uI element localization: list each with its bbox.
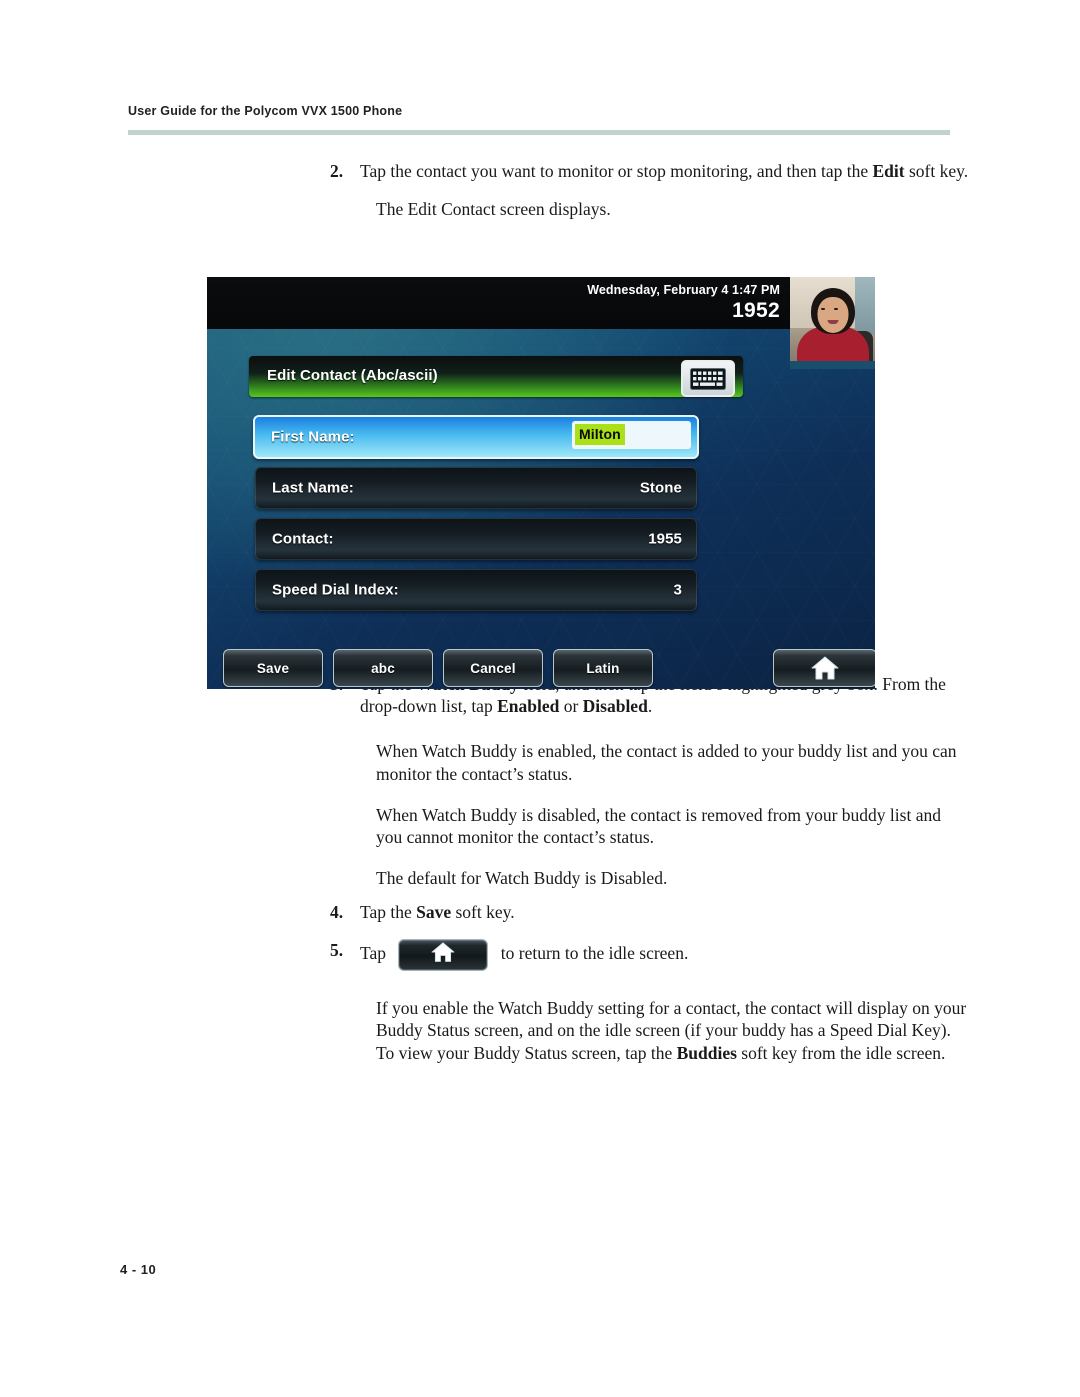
thumbnail-person-eye-right	[834, 308, 838, 310]
step-4: 4. Tap the Save soft key.	[330, 901, 970, 924]
thumbnail-background-right	[854, 277, 875, 335]
thumbnail-person-face	[817, 297, 848, 333]
soft-key-save-label: Save	[256, 660, 290, 676]
soft-key-home[interactable]	[773, 649, 875, 687]
paragraph-buddy-status: If you enable the Watch Buddy setting fo…	[376, 997, 967, 1064]
paragraph-watch-buddy-disabled: When Watch Buddy is disabled, the contac…	[376, 804, 941, 848]
soft-key-bar: Save abc Cancel Latin	[215, 649, 875, 687]
thumbnail-person-eye-left	[821, 308, 825, 310]
field-last-name[interactable]: Last Name: Stone	[255, 467, 697, 509]
field-first-name-label: First Name:	[271, 428, 355, 446]
field-speed-dial-index-label: Speed Dial Index:	[272, 581, 399, 599]
field-contact-label: Contact:	[272, 530, 334, 548]
field-contact[interactable]: Contact: 1955	[255, 518, 697, 560]
step-4-text: Tap the Save soft key.	[360, 901, 515, 922]
keyboard-icon[interactable]	[681, 360, 735, 397]
document-header: User Guide for the Polycom VVX 1500 Phon…	[128, 104, 952, 118]
field-first-name[interactable]: First Name: Milton	[253, 415, 699, 459]
status-extension: 1952	[732, 299, 780, 322]
soft-key-abc[interactable]: abc	[333, 649, 433, 687]
soft-key-latin-label: Latin	[586, 660, 620, 676]
home-icon	[430, 941, 456, 969]
thumbnail-bottom-bar	[790, 361, 875, 369]
paragraph-watch-buddy-enabled: When Watch Buddy is enabled, the contact…	[376, 741, 957, 784]
inline-home-button[interactable]	[398, 938, 489, 971]
field-last-name-value: Stone	[639, 479, 682, 497]
home-icon	[811, 656, 839, 680]
field-contact-value: 1955	[648, 530, 682, 548]
phone-screenshot: Wednesday, February 4 1:47 PM 1952 Edit …	[207, 277, 875, 689]
status-datetime: Wednesday, February 4 1:47 PM	[587, 283, 780, 297]
soft-key-save[interactable]: Save	[223, 649, 323, 687]
step-2-number: 2.	[330, 161, 344, 181]
soft-key-cancel[interactable]: Cancel	[443, 649, 543, 687]
edit-contact-title-bar: Edit Contact (Abc/ascii)	[249, 356, 743, 397]
document-page: User Guide for the Polycom VVX 1500 Phon…	[0, 0, 1080, 1397]
field-first-name-input[interactable]: Milton	[573, 422, 690, 448]
step-2: 2. Tap the contact you want to monitor o…	[330, 160, 970, 183]
step-2-text: Tap the contact you want to monitor or s…	[360, 161, 969, 181]
soft-key-latin[interactable]: Latin	[553, 649, 653, 687]
step-5-number: 5.	[330, 939, 344, 960]
field-first-name-value: Milton	[575, 424, 625, 445]
step-4-number: 4.	[330, 901, 344, 922]
step-5: 5. Tap to return to the idle screen.	[330, 938, 970, 971]
edit-contact-title: Edit Contact (Abc/ascii)	[267, 367, 438, 384]
soft-key-cancel-label: Cancel	[470, 660, 516, 676]
paragraph-edit-contact-displays: The Edit Contact screen displays.	[376, 198, 611, 219]
header-rule	[128, 130, 950, 135]
phone-status-bar: Wednesday, February 4 1:47 PM 1952	[207, 277, 790, 329]
paragraph-watch-buddy-default: The default for Watch Buddy is Disabled.	[376, 868, 668, 888]
soft-key-abc-label: abc	[371, 660, 395, 676]
video-call-thumbnail[interactable]	[790, 277, 875, 369]
step-5-text: Tap to return to the idle screen.	[360, 938, 970, 971]
field-speed-dial-index[interactable]: Speed Dial Index: 3	[255, 569, 697, 611]
document-header-title: User Guide for the Polycom VVX 1500 Phon…	[128, 104, 403, 118]
page-number: 4 - 10	[120, 1262, 157, 1277]
field-speed-dial-index-value: 3	[673, 581, 682, 599]
field-last-name-label: Last Name:	[272, 479, 354, 497]
